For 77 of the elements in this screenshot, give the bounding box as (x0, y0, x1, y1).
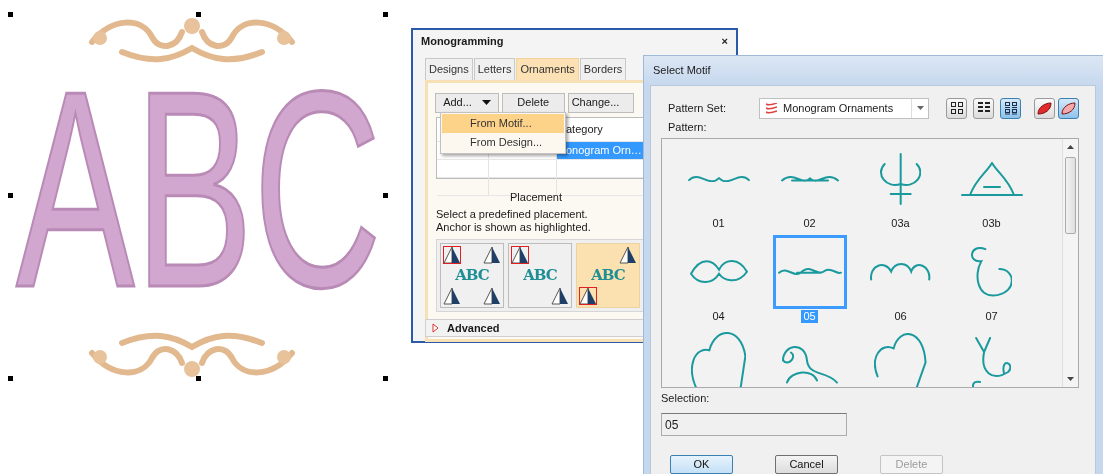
anchor-icon (443, 246, 461, 264)
scroll-down-icon (1067, 377, 1074, 381)
caret-icon (481, 100, 491, 105)
dropdown-button[interactable]: Change... (567, 92, 634, 113)
ornament-drawing (971, 337, 1012, 387)
ornament-drawing (870, 263, 931, 281)
thumbnail-label: 01 (711, 217, 726, 230)
ornament-drawing (689, 260, 748, 284)
ornament-drawing (690, 332, 747, 387)
view-button[interactable] (973, 97, 994, 119)
toolbar-button[interactable]: Delete (501, 92, 565, 113)
ornament-drawing (781, 346, 838, 384)
corner-icon (619, 246, 637, 264)
pattern-thumbnail[interactable] (772, 235, 847, 309)
dropdown-button[interactable]: Add... (435, 92, 499, 113)
dialog-title: Select Motif (652, 63, 712, 79)
leaf-icon (1037, 101, 1052, 115)
thumbnail-label: 07 (984, 310, 999, 323)
monogram-preview: ABC (455, 265, 489, 287)
ornament-drawing (687, 175, 750, 183)
ornament-drawing (777, 268, 842, 276)
selection-handle[interactable] (8, 193, 13, 198)
ornament-drawing (874, 332, 927, 387)
tab[interactable]: Borders (579, 58, 627, 80)
pattern-set-dropdown[interactable]: Monogram Ornaments (759, 97, 929, 119)
tab[interactable]: Designs (425, 58, 473, 80)
selection-handle[interactable] (8, 12, 13, 17)
selection-handle[interactable] (8, 376, 13, 381)
dialog-button[interactable]: OK (670, 455, 733, 474)
scroll-up-icon (1067, 145, 1074, 149)
instruction-text: Select a predefined placement. Anchor is shown as highlighted. (436, 208, 591, 234)
tab[interactable]: Letters (473, 58, 516, 80)
tab[interactable]: Ornaments (516, 58, 579, 80)
corner-icon (483, 246, 501, 264)
monogram-preview: ABC (591, 265, 625, 287)
anchor-icon (579, 287, 597, 305)
field-label: Selection: (661, 392, 711, 405)
selection-handle[interactable] (383, 193, 388, 198)
caret-icon (916, 106, 924, 110)
color-button[interactable] (1058, 97, 1079, 119)
thumbnail-label: 05 (801, 310, 818, 323)
thumbnail-label: 06 (893, 310, 908, 323)
corner-icon (443, 287, 461, 305)
scrollbar[interactable] (1062, 139, 1078, 387)
anchor-icon (511, 246, 529, 264)
menu-item[interactable]: From Motif... (442, 113, 564, 133)
ornament-drawing (970, 247, 1013, 297)
field-label: Pattern Set: (668, 101, 727, 115)
panel-title: Monogramming (421, 34, 504, 50)
ornament-drawing (879, 153, 922, 205)
selection-handle[interactable] (383, 376, 388, 381)
thumbnail-label: 03b (981, 217, 1002, 230)
selection-field[interactable]: 05 (661, 413, 847, 436)
selection-handle[interactable] (196, 12, 201, 17)
selection-handle[interactable] (383, 12, 388, 17)
ornament-drawing (780, 176, 839, 182)
thumbnail-label: 02 (802, 217, 817, 230)
section-heading: Placement (509, 189, 563, 205)
selection-handle[interactable] (196, 376, 201, 381)
corner-icon (551, 287, 569, 305)
grid-icon (949, 101, 964, 115)
grid-icon (976, 101, 991, 115)
corner-icon (483, 287, 501, 305)
field-label: Pattern: (668, 121, 708, 134)
monogram-preview: ABC (523, 265, 557, 287)
stitch-icon (766, 102, 778, 114)
thumbnail-label: 03a (890, 217, 911, 230)
color-button[interactable] (1034, 97, 1055, 119)
close-button[interactable]: × (721, 33, 728, 50)
ornament-drawing (960, 162, 1023, 196)
dialog-button[interactable]: Cancel (775, 455, 838, 474)
view-button[interactable] (1000, 97, 1021, 119)
grid-icon (1003, 101, 1018, 115)
scroll-thumb[interactable] (1065, 157, 1076, 234)
monogram-lettering: ABC (16, 49, 382, 329)
view-button[interactable] (946, 97, 967, 119)
leaf-icon (1061, 101, 1076, 115)
